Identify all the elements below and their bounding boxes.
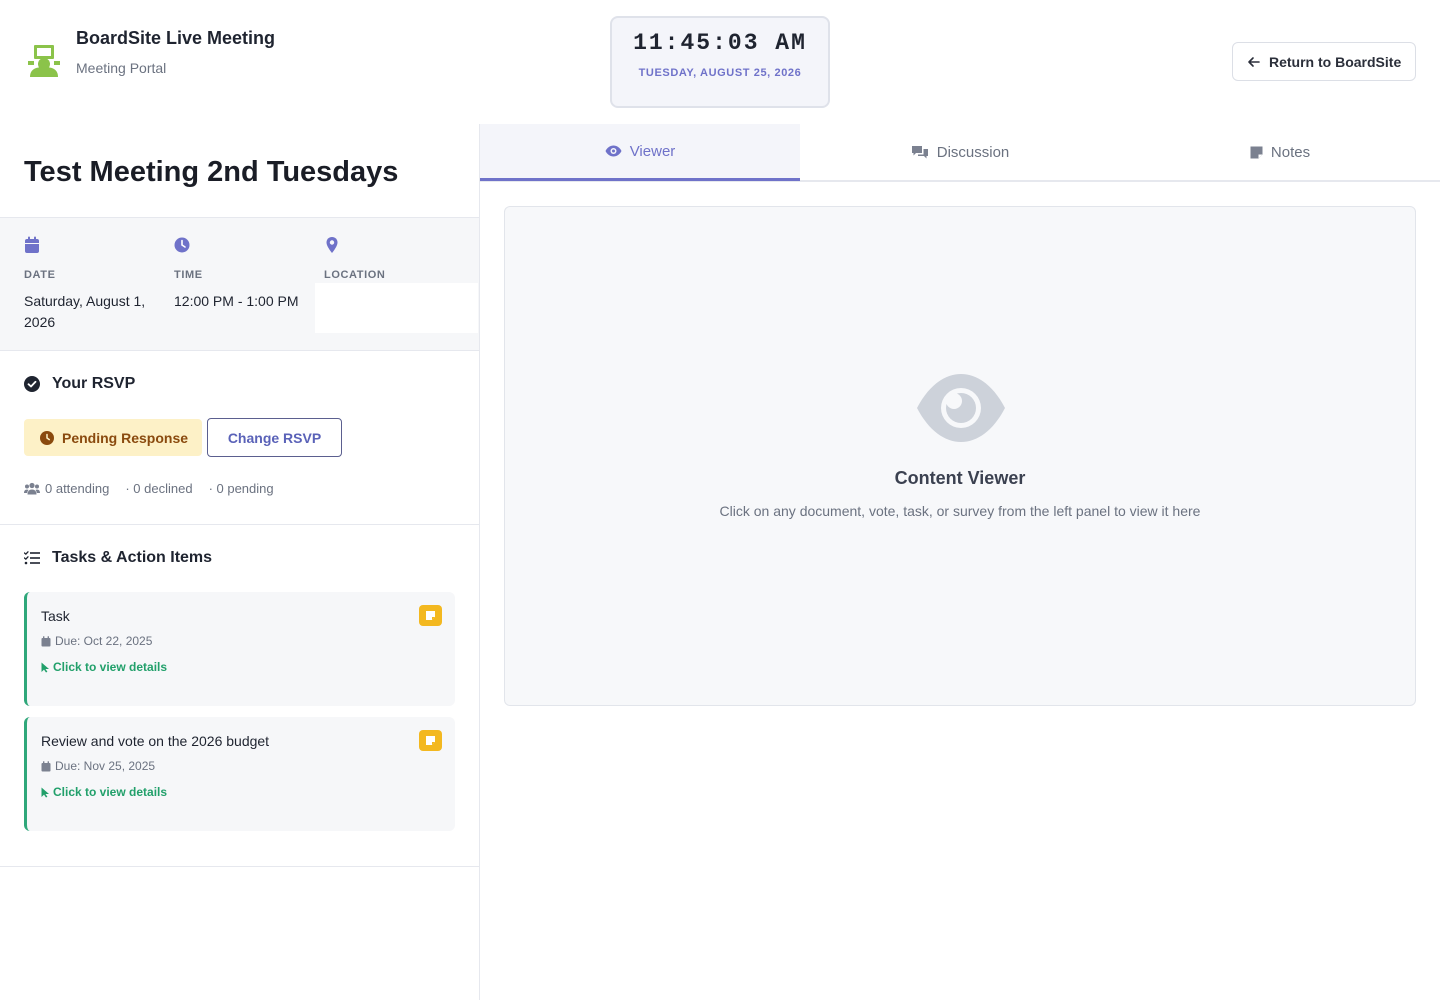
clock-time: 11:45:03 AM	[633, 30, 807, 56]
content-viewer: Content Viewer Click on any document, vo…	[504, 206, 1416, 706]
section-divider	[0, 524, 479, 525]
pointer-icon	[41, 787, 49, 797]
rsvp-status-label: Pending Response	[62, 429, 189, 446]
users-icon	[24, 482, 40, 495]
tab-notes[interactable]: Notes	[1120, 124, 1440, 180]
calendar-icon	[41, 635, 51, 646]
tab-discussion-label: Discussion	[936, 143, 1010, 161]
viewer-description: Click on any document, vote, task, or su…	[719, 503, 1201, 519]
date-value: Saturday, August 1, 2026	[24, 293, 146, 330]
task-title: Task	[41, 608, 70, 624]
date-label: DATE	[24, 269, 56, 281]
tasks-section-title: Tasks & Action Items	[24, 549, 212, 567]
arrow-left-icon	[1248, 56, 1260, 67]
date-info: DATE Saturday, August 1, 2026	[24, 236, 164, 333]
check-circle-icon	[24, 376, 40, 392]
tab-viewer[interactable]: Viewer	[480, 124, 800, 181]
task-list-icon	[24, 551, 40, 565]
time-label: TIME	[174, 269, 203, 281]
time-value: 12:00 PM - 1:00 PM	[174, 293, 299, 309]
task-due-label: Due: Nov 25, 2025	[55, 759, 156, 773]
time-info: TIME 12:00 PM - 1:00 PM	[174, 236, 299, 312]
sticky-note-icon	[419, 605, 442, 626]
return-button-label: Return to BoardSite	[1269, 53, 1402, 70]
pointer-icon	[41, 662, 49, 672]
calendar-icon	[41, 760, 51, 771]
task-due-label: Due: Oct 22, 2025	[55, 634, 153, 648]
clock-icon	[40, 430, 54, 445]
task-due-date: Due: Nov 25, 2025	[41, 759, 155, 773]
location-info: LOCATION	[324, 236, 385, 281]
declined-count: · 0 declined	[125, 481, 193, 496]
meeting-title: Test Meeting 2nd Tuesdays	[24, 156, 399, 188]
rsvp-section-title: Your RSVP	[24, 375, 135, 393]
header: BoardSite Live Meeting Meeting Portal 11…	[0, 0, 1440, 124]
viewer-title: Content Viewer	[894, 468, 1026, 488]
clock-icon	[174, 237, 190, 253]
eye-icon	[605, 145, 622, 157]
task-link-label: Click to view details	[53, 660, 168, 674]
note-icon	[1250, 146, 1263, 158]
return-to-boardsite-button[interactable]: Return to BoardSite	[1232, 42, 1416, 81]
meeting-sidebar: Test Meeting 2nd Tuesdays DATE Saturday,…	[0, 124, 480, 1000]
tab-notes-label: Notes	[1270, 143, 1311, 161]
task-view-details-link[interactable]: Click to view details	[41, 785, 167, 799]
location-value	[315, 283, 478, 303]
live-clock: 11:45:03 AM TUESDAY, AUGUST 25, 2026	[610, 16, 830, 108]
location-value-box	[315, 283, 478, 333]
task-title: Review and vote on the 2026 budget	[41, 733, 270, 749]
location-label: LOCATION	[324, 269, 386, 281]
meeting-info: DATE Saturday, August 1, 2026 TIME 12:00…	[0, 217, 479, 351]
rsvp-status-badge: Pending Response	[24, 419, 202, 456]
task-card[interactable]: Task Due: Oct 22, 2025 Click to view det…	[24, 592, 455, 706]
task-view-details-link[interactable]: Click to view details	[41, 660, 167, 674]
sticky-note-icon	[419, 730, 442, 751]
rsvp-title: Your RSVP	[52, 375, 136, 392]
section-divider	[0, 866, 479, 867]
content-tabs: Viewer Discussion Notes	[480, 124, 1440, 182]
attending-count: 0 attending	[45, 481, 110, 496]
eye-icon	[917, 374, 1005, 442]
change-rsvp-button[interactable]: Change RSVP	[207, 418, 342, 457]
pending-count: · 0 pending	[208, 481, 274, 496]
boardsite-logo-icon	[28, 45, 60, 77]
map-pin-icon	[326, 237, 338, 253]
tab-viewer-label: Viewer	[629, 142, 676, 160]
task-card[interactable]: Review and vote on the 2026 budget Due: …	[24, 717, 455, 831]
clock-date: TUESDAY, AUGUST 25, 2026	[638, 67, 802, 79]
task-due-date: Due: Oct 22, 2025	[41, 634, 152, 648]
tasks-title: Tasks & Action Items	[52, 549, 213, 566]
calendar-icon	[25, 236, 39, 253]
app-subtitle: Meeting Portal	[76, 60, 167, 76]
comments-icon	[911, 146, 928, 159]
task-link-label: Click to view details	[53, 785, 168, 799]
app-title: BoardSite Live Meeting	[76, 28, 276, 48]
rsvp-counts: 0 attending · 0 declined · 0 pending	[24, 481, 274, 496]
tab-discussion[interactable]: Discussion	[800, 124, 1120, 180]
